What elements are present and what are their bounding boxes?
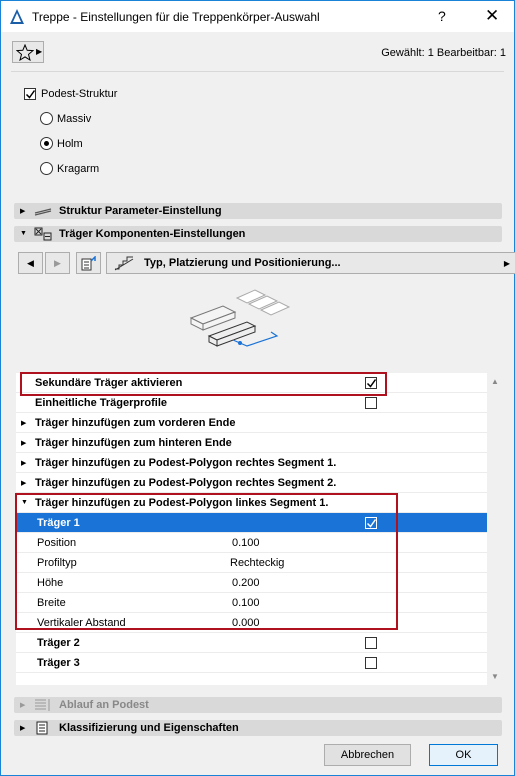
- page-list-button[interactable]: [76, 252, 101, 274]
- list-row-traeger-3[interactable]: Träger 3: [16, 653, 487, 673]
- row-label: Einheitliche Trägerprofile: [35, 397, 168, 409]
- triangle-right-icon: ▶: [21, 420, 27, 427]
- einheitliche-profile-checkbox[interactable]: [365, 397, 377, 409]
- checkmark-icon: [25, 90, 36, 99]
- dialog-window: Treppe - Einstellungen für die Treppenkö…: [0, 0, 515, 776]
- row-label: Träger hinzufügen zu Podest-Polygon rech…: [35, 457, 337, 469]
- podest-struktur-label: Podest-Struktur: [41, 88, 118, 100]
- section-traeger-komponenten[interactable]: ▼ Träger Komponenten-Einstellungen: [14, 226, 502, 242]
- stair-preview-image: [189, 289, 291, 347]
- page-dropdown[interactable]: Typ, Platzierung und Positionierung... ▶: [106, 252, 515, 274]
- radio-massiv[interactable]: [40, 112, 53, 125]
- radio-kragarm[interactable]: [40, 162, 53, 175]
- help-button[interactable]: ?: [438, 8, 446, 24]
- row-label: Träger 2: [37, 637, 80, 649]
- row-label: Träger hinzufügen zum hinteren Ende: [35, 437, 232, 449]
- highlight-box-secondary-stringers: [20, 372, 387, 396]
- scroll-up-icon[interactable]: ▲: [491, 377, 499, 386]
- chevron-right-icon: ▶: [36, 47, 43, 56]
- placement-icon: [114, 256, 134, 271]
- triangle-right-icon: ▶: [21, 460, 27, 467]
- close-button[interactable]: ✕: [485, 6, 499, 26]
- previous-page-button[interactable]: ◀: [18, 252, 43, 274]
- cancel-button[interactable]: Abbrechen: [324, 744, 411, 766]
- separator: [11, 71, 504, 72]
- document-icon: [36, 721, 48, 735]
- section-struktur-parameter[interactable]: ▶ Struktur Parameter-Einstellung: [14, 203, 502, 219]
- triangle-right-icon: ▶: [20, 725, 26, 732]
- list-row-rechts-segment-1[interactable]: ▶ Träger hinzufügen zu Podest-Polygon re…: [16, 453, 487, 473]
- next-page-button[interactable]: ▶: [45, 252, 70, 274]
- row-label: Träger hinzufügen zum vorderen Ende: [35, 417, 236, 429]
- triangle-right-icon: ▶: [21, 440, 27, 447]
- section-label: Träger Komponenten-Einstellungen: [59, 228, 246, 240]
- list-row-vorderes-ende[interactable]: ▶ Träger hinzufügen zum vorderen Ende: [16, 413, 487, 433]
- favorites-button[interactable]: ▶: [12, 41, 44, 63]
- radio-kragarm-label: Kragarm: [57, 163, 100, 175]
- triangle-down-icon: ▼: [20, 230, 27, 237]
- archicad-app-icon: [10, 9, 24, 24]
- traeger-2-checkbox[interactable]: [365, 637, 377, 649]
- ok-button[interactable]: OK: [429, 744, 498, 766]
- page-list-icon: [81, 256, 96, 271]
- arrow-left-icon: ◀: [27, 258, 34, 268]
- stringer-components-icon: [34, 227, 52, 241]
- list-row-traeger-2[interactable]: Träger 2: [16, 633, 487, 653]
- radio-massiv-label: Massiv: [57, 113, 92, 125]
- list-scrollbar[interactable]: ▲ ▼: [487, 373, 503, 685]
- title-bar: Treppe - Einstellungen für die Treppenkö…: [1, 1, 514, 32]
- scroll-down-icon[interactable]: ▼: [491, 672, 499, 681]
- row-label: Träger hinzufügen zu Podest-Polygon rech…: [35, 477, 337, 489]
- list-row-einheitliche-profile[interactable]: Einheitliche Trägerprofile: [16, 393, 487, 413]
- triangle-right-icon: ▶: [21, 480, 27, 487]
- row-label: Träger 3: [37, 657, 80, 669]
- radio-holm-label: Holm: [57, 138, 83, 150]
- structure-icon: [34, 208, 52, 216]
- star-icon: [16, 44, 34, 61]
- radio-holm[interactable]: [40, 137, 53, 150]
- drainage-icon: [35, 699, 50, 711]
- arrow-right-icon: ▶: [54, 258, 61, 268]
- section-klassifizierung[interactable]: ▶ Klassifizierung und Eigenschaften: [14, 720, 502, 736]
- list-row-rechts-segment-2[interactable]: ▶ Träger hinzufügen zu Podest-Polygon re…: [16, 473, 487, 493]
- triangle-right-icon: ▶: [20, 702, 26, 709]
- triangle-right-icon: ▶: [20, 208, 26, 215]
- dropdown-label: Typ, Platzierung und Positionierung...: [144, 257, 341, 269]
- highlight-box-left-segment: [15, 493, 398, 630]
- section-label: Struktur Parameter-Einstellung: [59, 205, 222, 217]
- traeger-3-checkbox[interactable]: [365, 657, 377, 669]
- podest-struktur-checkbox[interactable]: [24, 88, 36, 100]
- section-label: Klassifizierung und Eigenschaften: [59, 722, 239, 734]
- selection-status: Gewählt: 1 Bearbeitbar: 1: [381, 47, 506, 59]
- section-ablauf-podest: ▶ Ablauf an Podest: [14, 697, 502, 713]
- list-row-hinteres-ende[interactable]: ▶ Träger hinzufügen zum hinteren Ende: [16, 433, 487, 453]
- window-title: Treppe - Einstellungen für die Treppenkö…: [32, 10, 320, 24]
- chevron-right-icon: ▶: [503, 259, 510, 268]
- section-label: Ablauf an Podest: [59, 699, 149, 711]
